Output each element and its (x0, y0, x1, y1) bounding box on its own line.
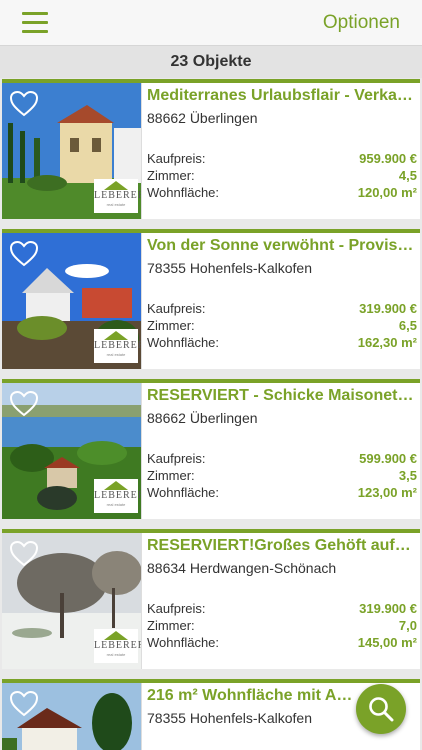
listing-location: 78355 Hohenfels-Kalkofen (147, 260, 313, 276)
listing-photo: LEBERER real estate (2, 383, 142, 519)
listing-card[interactable]: LEBERER real estate RESERVIERT!Großes Geh… (2, 529, 420, 669)
hamburger-menu-icon[interactable] (22, 12, 48, 34)
listing-title: RESERVIERT!Großes Gehöft auf gr… (147, 537, 415, 554)
leberer-logo: LEBERER real estate (94, 479, 141, 513)
area-row: Wohnfläche: 120,00 m² (147, 185, 417, 200)
listing-title: RESERVIERT - Schicke Maisonette… (147, 387, 415, 404)
listing-card[interactable]: LEBERER real estate Von der Sonne verwöhn… (2, 229, 420, 369)
rooms-row: Zimmer: 7,0 (147, 618, 417, 633)
favorite-heart-icon[interactable] (10, 241, 38, 267)
options-button[interactable]: Optionen (323, 12, 400, 34)
listing-location: 88662 Überlingen (147, 110, 258, 126)
area-row: Wohnfläche: 162,30 m² (147, 335, 417, 350)
listing-photo: LEBERER real estate (2, 83, 142, 219)
area-value: 162,30 m² (357, 335, 417, 350)
rooms-row: Zimmer: 6,5 (147, 318, 417, 333)
listing-photo: LEBERER real estate (2, 233, 142, 369)
rooms-value: 3,5 (398, 468, 417, 483)
favorite-heart-icon[interactable] (10, 391, 38, 417)
favorite-heart-icon[interactable] (10, 541, 38, 567)
leberer-logo: LEBERER real estate (94, 629, 141, 663)
rooms-value: 4,5 (398, 168, 417, 183)
listing-location: 88662 Überlingen (147, 410, 258, 426)
price-value: 599.900 € (359, 451, 417, 466)
listing-location: 78355 Hohenfels-Kalkofen (147, 710, 313, 726)
listing-count: 23 Objekte (0, 46, 422, 78)
listing-title: Von der Sonne verwöhnt - Provisi… (147, 237, 415, 254)
listing-title: Mediterranes Urlaubsflair - Verka… (147, 87, 413, 104)
area-row: Wohnfläche: 123,00 m² (147, 485, 417, 500)
favorite-heart-icon[interactable] (10, 691, 38, 717)
area-value: 120,00 m² (357, 185, 417, 200)
rooms-row: Zimmer: 4,5 (147, 168, 417, 183)
area-value: 123,00 m² (357, 485, 417, 500)
leberer-logo: LEBERER real estate (94, 329, 141, 363)
listing-card[interactable]: LEBERER real estate Mediterranes Urlaubsf… (2, 79, 420, 219)
price-value: 959.900 € (359, 151, 417, 166)
rooms-row: Zimmer: 3,5 (147, 468, 417, 483)
area-row: Wohnfläche: 145,00 m² (147, 635, 417, 650)
rooms-value: 7,0 (398, 618, 417, 633)
price-row: Kaufpreis: 599.900 € (147, 451, 417, 466)
listing-card[interactable]: LEBERER real estate RESERVIERT - Schicke … (2, 379, 420, 519)
price-row: Kaufpreis: 959.900 € (147, 151, 417, 166)
listing-title: 216 m² Wohnfläche mit Ausb… (147, 687, 357, 704)
listing-photo (2, 683, 142, 750)
app-header: Optionen (0, 0, 422, 46)
leberer-logo: LEBERER real estate (94, 179, 141, 213)
price-row: Kaufpreis: 319.900 € (147, 601, 417, 616)
area-value: 145,00 m² (357, 635, 417, 650)
price-value: 319.900 € (359, 601, 417, 616)
listing-location: 88634 Herdwangen-Schönach (147, 560, 337, 576)
price-row: Kaufpreis: 319.900 € (147, 301, 417, 316)
search-icon (369, 697, 394, 722)
favorite-heart-icon[interactable] (10, 91, 38, 117)
rooms-value: 6,5 (398, 318, 417, 333)
listing-photo: LEBERER real estate (2, 533, 142, 669)
price-value: 319.900 € (359, 301, 417, 316)
search-fab-button[interactable] (356, 684, 406, 734)
